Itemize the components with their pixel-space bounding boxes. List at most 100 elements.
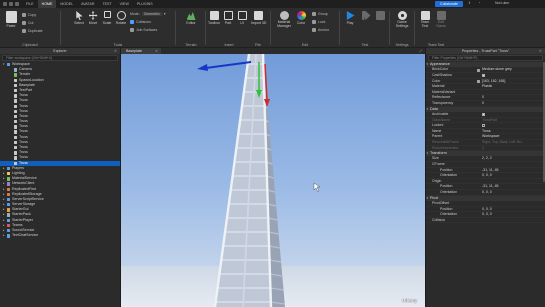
import-3d-button[interactable]: Import 3D xyxy=(251,11,266,25)
3d-viewport[interactable]: Baseplate ✕ ⤢ Udemy xyxy=(121,48,425,307)
property-name: Collision xyxy=(432,217,446,222)
menu-file[interactable]: FILE xyxy=(22,2,38,6)
resume-button[interactable] xyxy=(359,11,373,20)
exit-game-button[interactable]: Exit Game xyxy=(434,11,448,28)
redo-icon[interactable] xyxy=(15,2,19,6)
truss-tower[interactable] xyxy=(213,54,285,307)
mode-selector[interactable]: Mode: Geometric ▾ xyxy=(130,12,166,16)
cube-icon xyxy=(223,11,233,20)
chevron-down-icon: ▾ xyxy=(163,12,166,16)
close-icon[interactable]: ✕ xyxy=(539,48,542,54)
insert-group: Toolbox Part UI Import 3D Insert File xyxy=(207,8,269,48)
chevron-right-icon[interactable]: ▸ xyxy=(3,233,5,238)
exit-icon xyxy=(436,11,446,20)
scale-tool-button[interactable]: Scale xyxy=(100,11,114,25)
property-checkbox[interactable] xyxy=(482,74,485,78)
property-checkbox[interactable] xyxy=(482,113,485,117)
undo-icon[interactable] xyxy=(9,2,13,6)
paste-button[interactable]: Paste xyxy=(4,11,18,28)
explorer-item[interactable]: ▸ TextChatService xyxy=(0,233,120,238)
material-ball-icon xyxy=(279,11,289,20)
object-icon xyxy=(7,192,11,197)
material-manager-button[interactable]: Material Manager xyxy=(275,11,293,28)
object-icon xyxy=(7,63,11,67)
play-icon xyxy=(346,11,355,20)
object-icon xyxy=(7,208,11,212)
object-icon xyxy=(14,114,18,119)
copy-button[interactable]: Copy xyxy=(22,13,36,17)
menu-test[interactable]: TEST xyxy=(98,2,115,6)
join-surfaces-toggle[interactable]: Join Surfaces xyxy=(130,28,157,32)
cut-button[interactable]: Cut xyxy=(22,21,33,25)
gear-icon xyxy=(397,11,407,20)
group-button[interactable]: Group xyxy=(312,12,328,16)
menu-plugins[interactable]: PLUGINS xyxy=(133,2,157,6)
stop-icon xyxy=(375,11,385,20)
import-icon xyxy=(253,11,263,20)
object-icon xyxy=(14,135,18,140)
color-wheel-icon xyxy=(296,11,306,20)
explorer-title: Explorer ✕ xyxy=(0,48,120,54)
object-icon xyxy=(7,218,11,223)
mountain-icon xyxy=(186,11,196,20)
collisions-toggle[interactable]: Collisions xyxy=(130,20,151,24)
property-checkbox[interactable] xyxy=(482,124,485,128)
part-button[interactable]: Part xyxy=(221,11,235,25)
object-icon xyxy=(14,83,18,88)
ui-frame-icon xyxy=(237,11,247,20)
color-button[interactable]: Color xyxy=(294,11,308,25)
object-icon xyxy=(7,223,11,228)
collaborate-button[interactable]: Collaborate xyxy=(435,1,463,7)
lock-button[interactable]: Lock xyxy=(312,20,325,24)
team-test-icon xyxy=(420,11,430,20)
properties-title: Properties - TrussPart "Truss" ✕ xyxy=(426,48,545,54)
move-tool-button[interactable]: Move xyxy=(86,11,100,25)
bell-icon[interactable]: ◔ xyxy=(478,1,480,5)
scene-render[interactable] xyxy=(121,54,425,307)
clipboard-group: Paste Copy Cut Duplicate Clipboard xyxy=(0,8,60,48)
team-test-button[interactable]: Team Test xyxy=(418,11,432,28)
select-tool-button[interactable]: Select xyxy=(72,11,86,25)
menu-model[interactable]: MODEL xyxy=(56,2,77,6)
object-icon xyxy=(14,88,18,93)
x-axis-handle[interactable] xyxy=(205,61,252,69)
close-icon[interactable]: ✕ xyxy=(114,48,117,54)
x-axis-arrow-icon[interactable] xyxy=(197,64,208,71)
settings-group: Game Settings Settings xyxy=(391,8,413,48)
rotate-icon xyxy=(116,11,126,20)
scale-icon xyxy=(103,11,111,18)
explorer-filter-input[interactable]: Filter workspace (Ctrl+Shift+X) xyxy=(2,55,118,61)
object-icon xyxy=(7,171,11,176)
anchor-button[interactable]: Anchor xyxy=(312,28,329,32)
object-icon xyxy=(14,73,18,77)
menu-view[interactable]: VIEW xyxy=(116,2,133,6)
user-name[interactable]: NurLuker xyxy=(495,1,509,5)
stop-button[interactable] xyxy=(373,11,387,20)
terrain-editor-button[interactable]: Editor xyxy=(184,11,198,25)
rotate-tool-button[interactable]: Rotate xyxy=(114,11,128,25)
toolbox-button[interactable]: Toolbox xyxy=(207,11,221,25)
group-icon xyxy=(312,12,316,16)
object-icon xyxy=(14,78,18,82)
save-icon[interactable] xyxy=(3,2,7,6)
menu-home[interactable]: HOME xyxy=(37,0,57,8)
color-swatch[interactable] xyxy=(477,79,480,83)
object-icon xyxy=(14,120,18,124)
object-icon xyxy=(14,109,18,114)
copy-icon xyxy=(22,13,26,17)
object-icon xyxy=(14,130,18,134)
properties-panel: Properties - TrussPart "Truss" ✕ Filter … xyxy=(425,48,545,307)
property-row[interactable]: Collision xyxy=(426,218,545,224)
paste-icon xyxy=(5,11,17,23)
game-settings-button[interactable]: Game Settings xyxy=(395,11,409,28)
terrain-group: Editor Terrain xyxy=(177,8,205,48)
object-icon xyxy=(7,213,11,217)
share-icon[interactable]: ⇪ xyxy=(468,1,471,5)
color-swatch[interactable] xyxy=(477,68,480,72)
menu-avatar[interactable]: AVATAR xyxy=(77,2,98,6)
object-icon xyxy=(7,197,11,202)
duplicate-button[interactable]: Duplicate xyxy=(22,29,43,33)
ui-button[interactable]: UI xyxy=(235,11,249,25)
properties-filter-input[interactable]: Filter Properties (Ctrl+Shift+P) xyxy=(428,55,543,61)
play-button[interactable]: Play xyxy=(343,11,357,25)
